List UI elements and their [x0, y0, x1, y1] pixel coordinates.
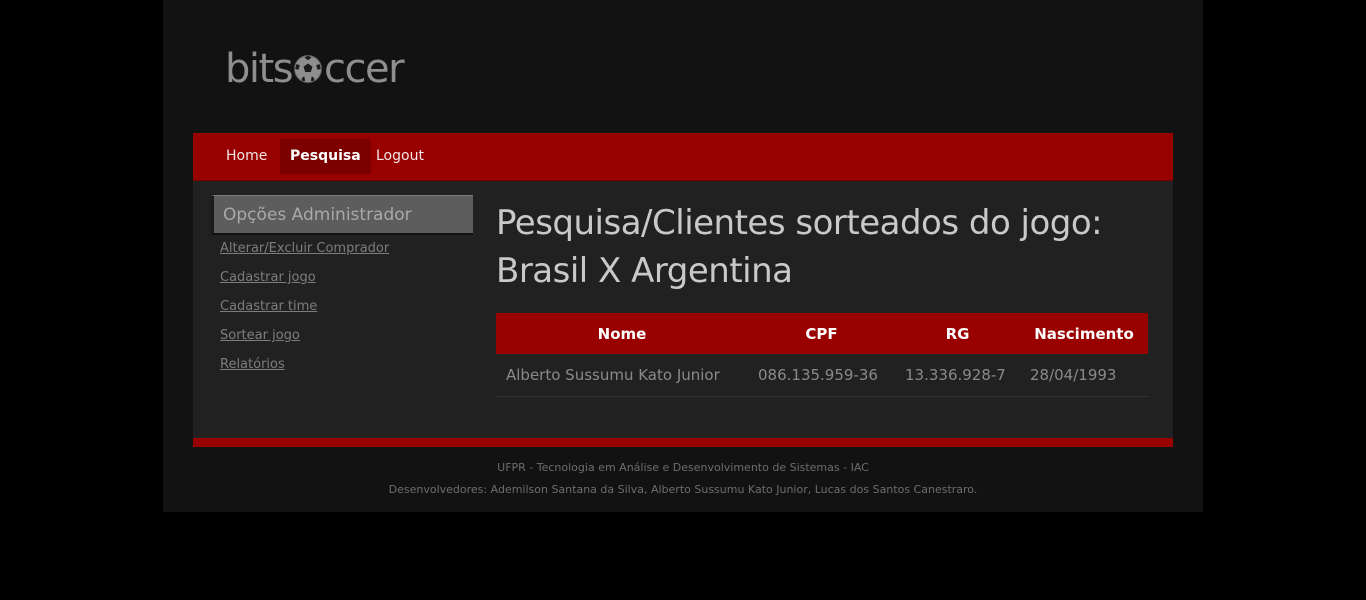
page-wrapper: bits ccer Home Pesquisa Logout Opções Ad… — [163, 0, 1203, 512]
sidebar-link-cadastrar-time[interactable]: Cadastrar time — [220, 299, 317, 314]
main-navbar: Home Pesquisa Logout — [193, 133, 1173, 181]
column-header-cpf: CPF — [748, 313, 895, 354]
nav-pesquisa-link[interactable]: Pesquisa — [280, 139, 371, 174]
footer-developers: Desenvolvedores: Ademilson Santana da Si… — [388, 483, 978, 496]
results-table: Nome CPF RG Nascimento Alberto Sussumu K… — [496, 313, 1148, 397]
cell-nome: Alberto Sussumu Kato Junior — [496, 354, 748, 397]
sidebar-heading: Opções Administrador — [211, 195, 473, 235]
footer-institution: UFPR - Tecnologia em Análise e Desenvolv… — [497, 461, 869, 474]
nav-logout-link[interactable]: Logout — [366, 139, 434, 174]
page-title-line1: Pesquisa/Clientes sorteados do jogo: — [496, 203, 1103, 243]
page-title-line2: Brasil X Argentina — [496, 251, 793, 291]
cell-nascimento: 28/04/1993 — [1020, 354, 1148, 397]
logo[interactable]: bits ccer — [225, 44, 405, 94]
page-title: Pesquisa/Clientes sorteados do jogo: Bra… — [496, 199, 1156, 295]
sidebar-link-relatorios[interactable]: Relatórios — [220, 357, 285, 372]
column-header-nascimento: Nascimento — [1020, 313, 1148, 354]
sidebar-link-alterar-comprador[interactable]: Alterar/Excluir Comprador — [220, 241, 389, 256]
footer-divider — [193, 438, 1173, 447]
soccer-ball-icon — [294, 55, 323, 83]
logo-text-end: ccer — [324, 46, 405, 92]
table-row: Alberto Sussumu Kato Junior 086.135.959-… — [496, 354, 1148, 397]
nav-home-link[interactable]: Home — [216, 139, 277, 174]
sidebar-link-cadastrar-jogo[interactable]: Cadastrar jogo — [220, 270, 316, 285]
content-area: Opções Administrador Alterar/Excluir Com… — [193, 181, 1173, 438]
column-header-nome: Nome — [496, 313, 748, 354]
cell-rg: 13.336.928-7 — [895, 354, 1020, 397]
logo-text-start: bits — [225, 46, 294, 92]
cell-cpf: 086.135.959-36 — [748, 354, 895, 397]
column-header-rg: RG — [895, 313, 1020, 354]
table-header-row: Nome CPF RG Nascimento — [496, 313, 1148, 354]
sidebar-link-sortear-jogo[interactable]: Sortear jogo — [220, 328, 300, 343]
